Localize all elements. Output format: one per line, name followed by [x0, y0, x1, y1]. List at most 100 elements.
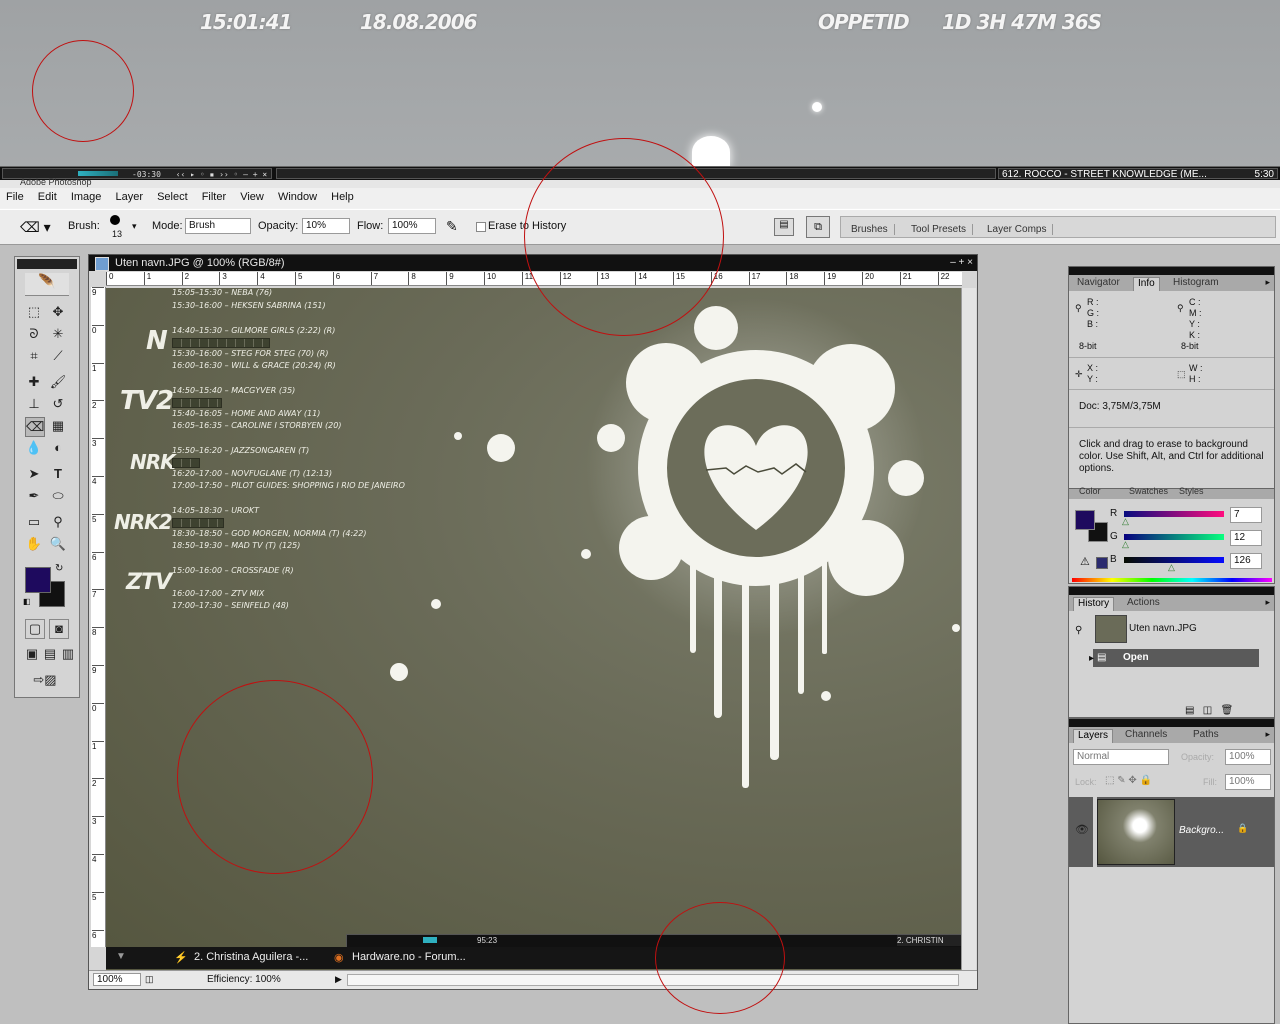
eraser-tool-icon[interactable]: ⌫: [25, 417, 45, 437]
layer-visibility-eye-icon[interactable]: 👁: [1075, 823, 1089, 836]
gradient-tool-icon[interactable]: ▦: [49, 417, 67, 435]
layers-panel-header[interactable]: [1069, 719, 1274, 727]
mode-select[interactable]: Brush: [185, 218, 251, 234]
healing-brush-tool-icon[interactable]: ✚: [25, 373, 43, 391]
history-step-row[interactable]: ▤ Open: [1093, 649, 1259, 667]
blend-mode-select[interactable]: Normal: [1073, 749, 1169, 765]
vertical-scrollbar[interactable]: [961, 288, 976, 970]
feather-logo-icon[interactable]: 🪶: [25, 273, 69, 296]
brush-tip-icon[interactable]: [110, 215, 120, 225]
color-b-value[interactable]: 126: [1230, 553, 1262, 569]
clone-stamp-tool-icon[interactable]: ⊥: [25, 395, 43, 413]
window-controls-icon[interactable]: – + ×: [950, 255, 973, 271]
status-arrow-icon[interactable]: ▶: [335, 974, 342, 985]
standard-screen-mode-icon[interactable]: ▣: [23, 645, 41, 663]
tab-swatches[interactable]: Swatches: [1125, 486, 1172, 496]
tab-actions[interactable]: Actions: [1123, 597, 1164, 608]
opacity-field[interactable]: 10%: [302, 218, 350, 234]
color-g-slider[interactable]: [1124, 534, 1224, 540]
hand-tool-icon[interactable]: ✋: [25, 535, 43, 553]
layer-row-background[interactable]: 👁 Backgro... 🔒: [1069, 797, 1274, 867]
taskbar-item-2[interactable]: Hardware.no - Forum...: [352, 951, 466, 963]
history-snapshot-name[interactable]: Uten navn.JPG: [1129, 623, 1197, 634]
info-panel-header[interactable]: [1069, 267, 1274, 275]
default-colors-icon[interactable]: ◧: [23, 597, 31, 606]
lasso-tool-icon[interactable]: ᘐ: [25, 325, 43, 343]
taskbar-item-1[interactable]: 2. Christina Aguilera -...: [194, 951, 308, 963]
color-r-handle-icon[interactable]: △: [1122, 516, 1129, 527]
airbrush-icon[interactable]: ✎: [446, 218, 458, 235]
slice-tool-icon[interactable]: ⟋: [49, 347, 67, 365]
pen-tool-icon[interactable]: ✒: [25, 487, 43, 505]
layers-fill-field[interactable]: 100%: [1225, 774, 1271, 790]
tab-navigator[interactable]: Navigator: [1073, 277, 1124, 288]
well-tab-layer-comps[interactable]: Layer Comps: [981, 224, 1054, 235]
flow-field[interactable]: 100%: [388, 218, 436, 234]
notes-tool-icon[interactable]: ▭: [25, 513, 43, 531]
full-screen-menu-mode-icon[interactable]: ▤: [41, 645, 59, 663]
layers-opacity-field[interactable]: 100%: [1225, 749, 1271, 765]
menu-window[interactable]: Window: [272, 188, 322, 203]
history-footer-icons[interactable]: ▤ ◫ 🗑: [1185, 705, 1233, 716]
tab-layers[interactable]: Layers: [1073, 729, 1114, 743]
tab-channels[interactable]: Channels: [1121, 729, 1171, 740]
gamut-swatch[interactable]: [1096, 557, 1108, 569]
history-panel-menu-icon[interactable]: ▸: [1265, 597, 1270, 608]
jump-to-imageready-icon[interactable]: ⇨▨: [25, 671, 65, 689]
eraser-tool-preset-icon[interactable]: ⌫ ▾: [20, 219, 51, 236]
zoom-field[interactable]: 100%: [93, 973, 141, 986]
crop-tool-icon[interactable]: ⌗: [25, 347, 43, 365]
type-tool-icon[interactable]: T: [49, 465, 67, 483]
brush-tool-icon[interactable]: 🖌: [49, 373, 67, 391]
color-r-value[interactable]: 7: [1230, 507, 1262, 523]
tab-styles[interactable]: Styles: [1175, 486, 1208, 496]
menu-select[interactable]: Select: [151, 188, 193, 203]
menu-help[interactable]: Help: [325, 188, 359, 203]
menu-layer[interactable]: Layer: [109, 188, 148, 203]
menu-image[interactable]: Image: [65, 188, 107, 203]
brush-picker-arrow-icon[interactable]: ▾: [132, 221, 137, 232]
color-r-slider[interactable]: [1124, 511, 1224, 517]
quick-mask-mode-icon[interactable]: ◙: [49, 619, 69, 639]
marquee-tool-icon[interactable]: ⬚: [25, 303, 43, 321]
foreground-color-swatch[interactable]: [25, 567, 51, 593]
color-panel-fg-swatch[interactable]: [1075, 510, 1095, 530]
history-panel-header[interactable]: [1069, 587, 1274, 595]
path-selection-tool-icon[interactable]: ➤: [25, 465, 43, 483]
erase-to-history-checkbox[interactable]: [476, 222, 486, 232]
tab-info[interactable]: Info: [1133, 277, 1160, 291]
shape-tool-icon[interactable]: ⬭: [49, 487, 67, 505]
info-panel-menu-icon[interactable]: ▸: [1265, 277, 1270, 288]
palette-well-toggle-icon[interactable]: ⧉: [806, 216, 830, 238]
winamp-buttons-icon[interactable]: ‹‹ ▸ ◦ ▪ ›› ◦ – + ×: [176, 170, 268, 178]
menu-edit[interactable]: Edit: [32, 188, 62, 203]
color-ramp[interactable]: [1072, 578, 1272, 582]
blur-tool-icon[interactable]: 💧: [25, 439, 43, 457]
layers-panel-menu-icon[interactable]: ▸: [1265, 729, 1270, 740]
history-brush-source-icon[interactable]: ⚲: [1075, 625, 1082, 636]
status-menu-icon[interactable]: ◫: [145, 974, 154, 985]
menu-view[interactable]: View: [234, 188, 269, 203]
move-tool-icon[interactable]: ✥: [49, 303, 67, 321]
magic-wand-tool-icon[interactable]: ✳: [49, 325, 67, 343]
color-b-handle-icon[interactable]: △: [1168, 562, 1175, 573]
menu-file[interactable]: File: [0, 188, 29, 203]
standard-mode-icon[interactable]: ▢: [25, 619, 45, 639]
gamut-warning-icon[interactable]: ⚠: [1080, 555, 1090, 568]
image-canvas[interactable]: 15:05–15:30 – NEBA (76) 15:30–16:00 – HE…: [106, 288, 961, 970]
color-g-value[interactable]: 12: [1230, 530, 1262, 546]
well-tab-brushes[interactable]: Brushes: [845, 224, 895, 235]
menu-filter[interactable]: Filter: [196, 188, 231, 203]
toolbox-header[interactable]: [17, 259, 77, 269]
tab-paths[interactable]: Paths: [1189, 729, 1223, 740]
layer-name[interactable]: Backgro...: [1179, 825, 1224, 836]
tab-histogram[interactable]: Histogram: [1169, 277, 1223, 288]
swap-colors-icon[interactable]: ↻: [55, 563, 63, 574]
tab-history[interactable]: History: [1073, 597, 1115, 611]
start-arrow-icon[interactable]: ▼: [116, 951, 126, 962]
history-brush-tool-icon[interactable]: ↺: [49, 395, 67, 413]
dodge-tool-icon[interactable]: ◐: [49, 439, 67, 457]
color-g-handle-icon[interactable]: △: [1122, 539, 1129, 550]
well-tab-tool-presets[interactable]: Tool Presets: [905, 224, 974, 235]
horizontal-scrollbar[interactable]: [347, 974, 959, 986]
